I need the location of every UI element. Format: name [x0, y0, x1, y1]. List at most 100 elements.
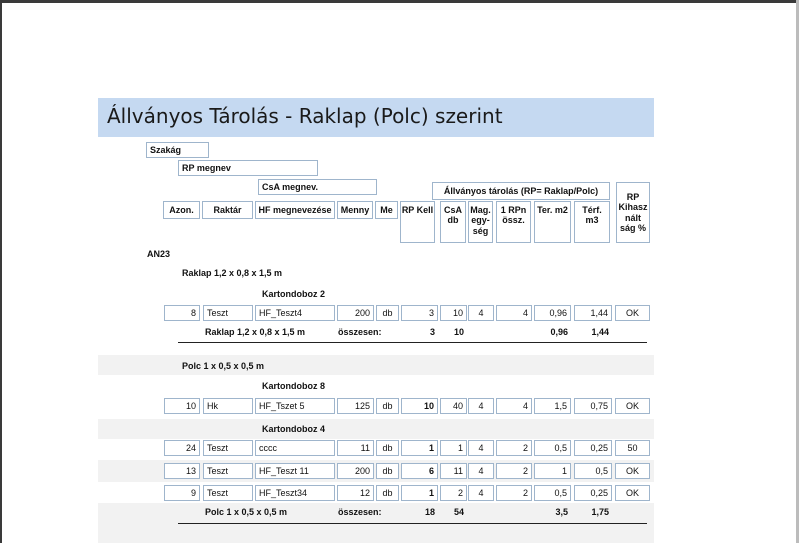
rp-section-title: Polc 1 x 0,5 x 0,5 m [182, 361, 265, 371]
rpn-cell: 2 [496, 440, 532, 456]
mag-cell: 4 [468, 463, 494, 479]
terf-cell: 0,5 [574, 463, 612, 479]
terf-cell: 0,75 [574, 398, 612, 414]
rpn-cell: 4 [496, 305, 532, 321]
kih-cell: 50 [615, 440, 650, 456]
summary-rpkell: 18 [424, 507, 435, 517]
summary-csadb: 10 [453, 327, 464, 337]
azon-cell: 9 [164, 485, 200, 501]
summary-terf: 1,44 [591, 327, 609, 337]
window-top-border [0, 0, 799, 3]
summary-label: összesen: [338, 507, 382, 517]
raktar-cell: Hk [203, 398, 253, 414]
mag-cell: 4 [468, 398, 494, 414]
hf-cell: HF_Tszet 5 [255, 398, 335, 414]
csadb-cell: 2 [440, 485, 467, 501]
col-menny-header: Menny [337, 201, 373, 219]
azon-cell: 13 [164, 463, 200, 479]
csa-group-title: Kartondoboz 2 [262, 289, 325, 299]
kih-cell: OK [615, 398, 650, 414]
csadb-cell: 1 [440, 440, 467, 456]
col-rpkih-header: RP Kihasz nált ság % [616, 182, 650, 243]
menny-cell: 12 [337, 485, 374, 501]
hf-cell: HF_Teszt4 [255, 305, 335, 321]
col-rpn-header: 1 RPn össz. [496, 201, 531, 243]
rp-section-title: Raklap 1,2 x 0,8 x 1,5 m [182, 268, 283, 278]
mag-cell: 4 [468, 440, 494, 456]
summary-rp: Polc 1 x 0,5 x 0,5 m [205, 507, 288, 517]
csa-group-title: Kartondoboz 8 [262, 381, 325, 391]
azon-cell: 24 [164, 440, 200, 456]
hf-cell: HF_Teszt 11 [255, 463, 335, 479]
terf-cell: 0,25 [574, 440, 612, 456]
rpkell-cell: 10 [401, 398, 438, 414]
azon-cell: 8 [164, 305, 200, 321]
ter-cell: 1 [534, 463, 571, 479]
col-ter-header: Ter. m2 [534, 201, 571, 243]
col-csadb-header: CsA db [440, 201, 466, 243]
report-title: Állványos Tárolás - Raklap (Polc) szerin… [107, 104, 503, 128]
mag-cell: 4 [468, 305, 494, 321]
me-cell: db [376, 485, 399, 501]
ter-cell: 1,5 [534, 398, 571, 414]
raktar-cell: Teszt [203, 440, 253, 456]
col-hf-header: HF megnevezése [255, 201, 335, 219]
summary-rule [178, 342, 647, 343]
kih-cell: OK [615, 305, 650, 321]
rp-megnev-label: RP megnev [178, 160, 318, 176]
raktar-cell: Teszt [203, 305, 253, 321]
szakag-label: Szakág [146, 142, 209, 158]
kih-cell: OK [615, 485, 650, 501]
ter-cell: 0,96 [534, 305, 571, 321]
rpkell-cell: 1 [401, 440, 438, 456]
summary-terf: 1,75 [591, 507, 609, 517]
csa-group-title: Kartondoboz 4 [262, 424, 325, 434]
menny-cell: 200 [337, 305, 374, 321]
ter-cell: 0,5 [534, 440, 571, 456]
col-mag-header: Mag. egy-ség [468, 201, 493, 243]
summary-csadb: 54 [453, 507, 464, 517]
mag-cell: 4 [468, 485, 494, 501]
col-raktar-header: Raktár [202, 201, 253, 219]
summary-ter: 0,96 [550, 327, 568, 337]
csadb-cell: 11 [440, 463, 467, 479]
menny-cell: 125 [337, 398, 374, 414]
menny-cell: 200 [337, 463, 374, 479]
rpkell-cell: 3 [401, 305, 438, 321]
rpn-cell: 2 [496, 463, 532, 479]
me-cell: db [376, 463, 399, 479]
col-terf-header: Térf. m3 [574, 201, 610, 243]
me-cell: db [376, 440, 399, 456]
szakag-value: AN23 [147, 249, 171, 259]
terf-cell: 0,25 [574, 485, 612, 501]
summary-rpkell: 3 [429, 327, 435, 337]
kih-cell: OK [615, 463, 650, 479]
group-header: Állványos tárolás (RP= Raklap/Polc) [432, 182, 610, 200]
summary-label: összesen: [338, 327, 382, 337]
rpn-cell: 2 [496, 485, 532, 501]
raktar-cell: Teszt [203, 463, 253, 479]
azon-cell: 10 [164, 398, 200, 414]
hf-cell: cccc [255, 440, 335, 456]
summary-rule [178, 523, 647, 524]
csadb-cell: 10 [440, 305, 467, 321]
col-azon-header: Azon. [163, 201, 200, 219]
ter-cell: 0,5 [534, 485, 571, 501]
rpn-cell: 4 [496, 398, 532, 414]
csa-megnev-label: CsA megnev. [258, 179, 377, 195]
csadb-cell: 40 [440, 398, 467, 414]
summary-rp: Raklap 1,2 x 0,8 x 1,5 m [205, 327, 306, 337]
me-cell: db [376, 305, 399, 321]
terf-cell: 1,44 [574, 305, 612, 321]
col-rpkell-header: RP Kell [400, 201, 435, 243]
group-band [98, 419, 654, 439]
rpkell-cell: 6 [401, 463, 438, 479]
summary-ter: 3,5 [555, 507, 568, 517]
me-cell: db [376, 398, 399, 414]
window-left-border [0, 0, 2, 543]
raktar-cell: Teszt [203, 485, 253, 501]
col-me-header: Me [375, 201, 398, 219]
hf-cell: HF_Teszt34 [255, 485, 335, 501]
rpkell-cell: 1 [401, 485, 438, 501]
menny-cell: 11 [337, 440, 374, 456]
